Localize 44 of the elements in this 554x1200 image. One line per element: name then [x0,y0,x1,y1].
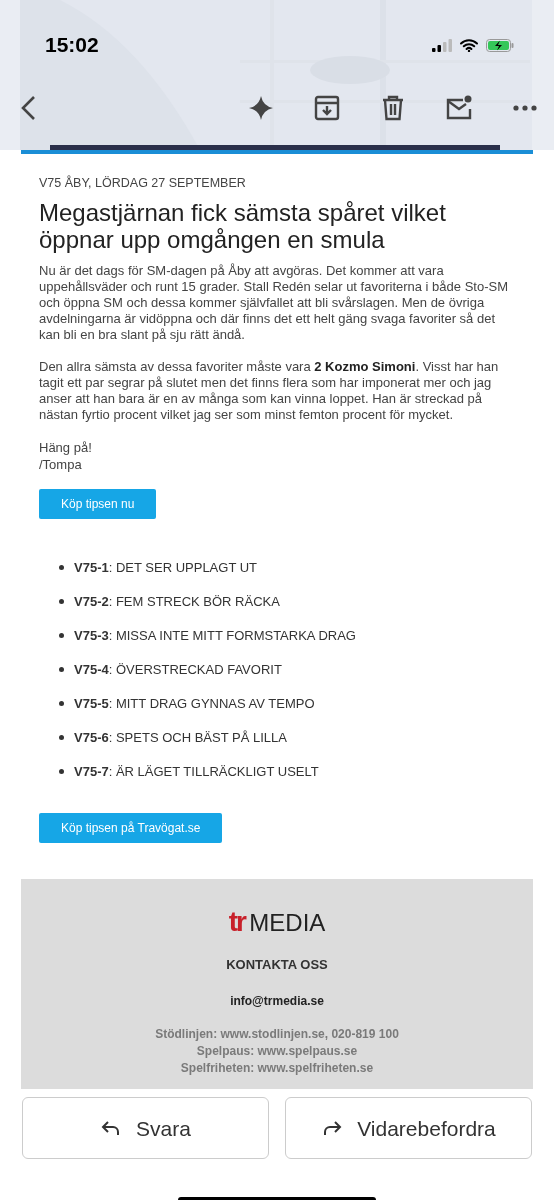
race-tip: V75-7: ÄR LÄGET TILLRÄCKLIGT USELT [74,763,319,781]
forward-button[interactable]: Vidarebefordra [285,1097,532,1160]
bullet-icon [59,633,64,639]
bullet-icon [59,701,64,707]
race-tip: V75-5: MITT DRAG GYNNAS AV TEMPO [74,695,315,713]
bullet-icon [59,599,64,605]
logo-text: MEDIA [249,908,326,936]
status-time: 15:02 [45,32,99,59]
body-paragraph: Nu är det dags för SM-dagen på Åby att avgöras. Det kommer att vara uppehållsväder och runt 15 grader. Stall Redén selar ut favoriterna i både Sto-SM och öppna SM och dessa kommer självfallet att bli svårslagen. Men de övriga avdelningarna är vidöppna och där finns det ett helt gäng svaga favoriter så det kan bli en bra slant på sju rätt ändå. [39,262,509,343]
race-tip: V75-1: DET SER UPPLAGT UT [74,559,258,577]
wifi-icon [460,38,478,52]
battery-icon [486,38,514,52]
archive-icon [314,95,340,121]
delete-button[interactable] [380,95,406,121]
signal-icon [432,38,452,52]
bullet-icon [59,769,64,775]
race-tip: V75-4: ÖVERSTRECKAD FAVORIT [74,661,282,679]
bullet-icon [59,565,64,571]
contact-email: info@trmedia.se [229,993,325,1011]
more-icon [512,105,538,111]
unread-mail-button[interactable] [446,95,472,121]
email-headline: Megastjärnan fick sämsta spåret vilket öppnar upp omgången en smula [39,198,447,253]
more-button[interactable] [512,105,538,111]
reply-button[interactable]: Svara [22,1097,269,1160]
delete-icon [380,95,406,121]
logo-mark: tr [228,905,245,937]
footer-line: Spelpaus: www.spelpaus.se [195,1043,359,1061]
bullet-icon [59,667,64,673]
footer-line: Stödlinjen: www.stodlinjen.se, 020-819 100 [154,1026,400,1044]
footer-line: Spelfriheten: www.spelfriheten.se [179,1060,375,1078]
back-button[interactable] [20,95,36,121]
bullet-icon [59,735,64,741]
archive-button[interactable] [314,95,340,121]
body-paragraph: Den allra sämsta av dessa favoriter måste vara 2 Kozmo Simoni. Visst har han tagit ett par segrar på slutet men det finns flera som har imponerat mer och jag anser att han bara är en av många som kan vinna loppet. Han är streckad på nästan fyrtio procent vilket jag ser som minst femton procent för mycket. [39,358,500,423]
race-tip: V75-3: MISSA INTE MITT FORMSTARKA DRAG [74,627,356,645]
signoff-line: /Tompa [39,455,83,473]
race-tip: V75-6: SPETS OCH BÄST PÅ LILLA [74,729,287,747]
race-tip: V75-2: FEM STRECK BÖR RÄCKA [74,593,280,611]
unread-mail-icon [446,95,472,121]
signoff-line: Häng på! [39,438,93,456]
footer-heading: KONTAKTA OSS [225,955,329,974]
sparkle-icon [248,95,274,121]
email-kicker: V75 ÅBY, LÖRDAG 27 SEPTEMBER [39,174,247,192]
sparkle-button[interactable] [248,95,274,121]
